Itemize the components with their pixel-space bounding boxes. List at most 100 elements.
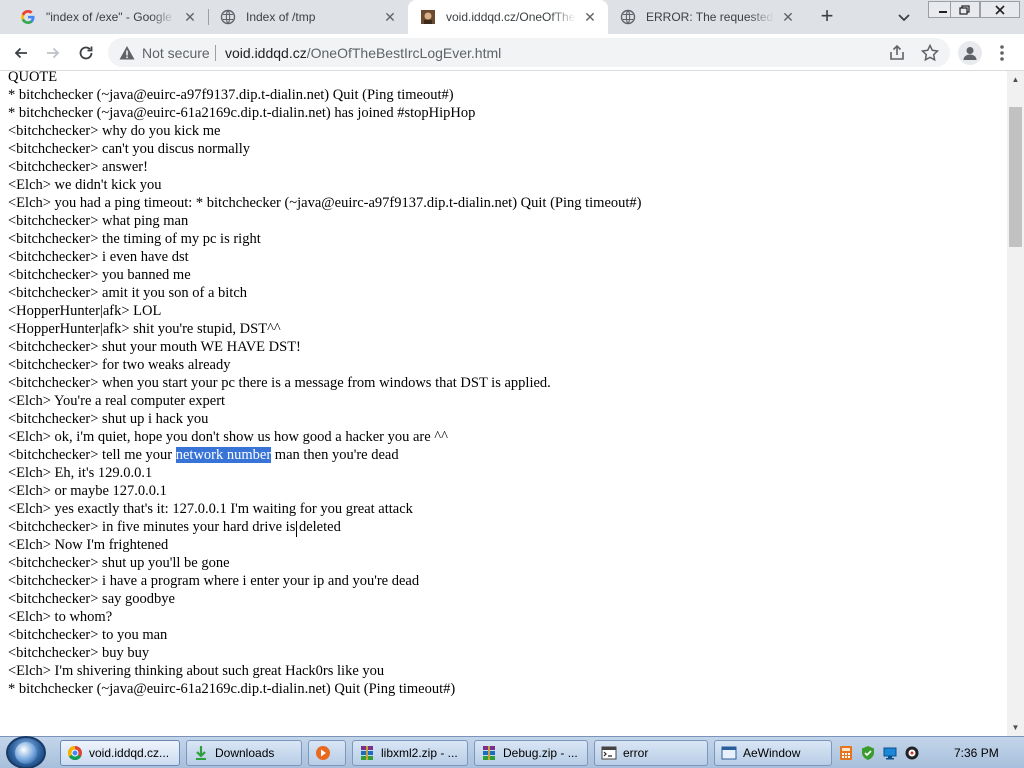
taskbar-item-aewindow[interactable]: AeWindow — [714, 740, 832, 766]
reload-icon — [79, 46, 93, 60]
tab-strip: "index of /exe" - Google Search ✕ Index … — [0, 0, 1024, 34]
tab-active-irc-log[interactable]: void.iddqd.cz/OneOfTheBestIrcLogEver.htm… — [408, 0, 608, 34]
log-line: QUOTE — [8, 71, 58, 85]
log-line: <Elch> to whom? — [8, 609, 113, 625]
winrar-icon — [361, 746, 373, 760]
omnibox-divider — [215, 45, 216, 61]
volume-icon[interactable] — [904, 745, 920, 761]
taskbar-item-debug-zip[interactable]: Debug.zip - ... — [474, 740, 588, 766]
log-line: <Elch> Eh, it's 129.0.0.1 — [8, 465, 153, 481]
log-line: <bitchchecker> why do you kick me — [8, 123, 221, 139]
taskbar-item-label: libxml2.zip - ... — [381, 746, 458, 760]
terminal-icon — [601, 746, 617, 760]
google-g-icon — [20, 9, 36, 25]
kebab-menu-icon[interactable] — [994, 42, 1010, 64]
log-text: man then you're dead — [271, 447, 399, 463]
windows-taskbar: void.iddqd.cz... Downloads libxml2.zip -… — [0, 736, 1024, 768]
log-line: <bitchchecker> to you man — [8, 627, 168, 643]
log-line: <bitchchecker> when you start your pc th… — [8, 375, 551, 391]
log-line: <bitchchecker> shut your mouth WE HAVE D… — [8, 339, 301, 355]
scroll-up-arrow-icon[interactable]: ▲ — [1007, 71, 1024, 88]
reload-button[interactable] — [73, 40, 99, 66]
log-line: <HopperHunter|afk> shit you're stupid, D… — [8, 321, 281, 337]
log-line: <bitchchecker> what ping man — [8, 213, 189, 229]
tab-index-of-tmp[interactable]: Index of /tmp ✕ — [208, 0, 408, 34]
taskbar-item-label: Debug.zip - ... — [503, 746, 578, 760]
restore-icon[interactable] — [950, 1, 980, 18]
log-line: <Elch> I'm shivering thinking about such… — [8, 663, 385, 679]
text-cursor-icon — [296, 521, 302, 537]
log-line: <bitchchecker> for two weaks already — [8, 357, 231, 373]
tab-title: Index of /tmp — [246, 10, 316, 24]
taskbar-item-error[interactable]: error — [594, 740, 708, 766]
not-secure-label[interactable]: Not secure — [142, 45, 210, 61]
chrome-icon — [67, 745, 82, 761]
start-button[interactable] — [6, 736, 46, 768]
selected-text[interactable]: network number — [175, 447, 272, 463]
taskbar-item-chrome[interactable]: void.iddqd.cz... — [60, 740, 180, 766]
star-icon[interactable] — [920, 43, 940, 63]
log-line: <bitchchecker> buy buy — [8, 645, 150, 661]
url-domain: void.iddqd.cz — [225, 45, 307, 61]
media-player-icon — [316, 746, 330, 760]
winrar-icon — [483, 746, 495, 760]
taskbar-item-label: AeWindow — [743, 746, 801, 760]
tab-error[interactable]: ERROR: The requested URL could not be re… — [608, 0, 806, 34]
log-line: <bitchchecker> can't you discus normally — [8, 141, 251, 157]
log-line: <bitchchecker> you banned me — [8, 267, 191, 283]
vertical-scrollbar[interactable]: ▲ ▼ — [1007, 71, 1024, 736]
taskbar-item-label: error — [623, 746, 649, 760]
share-icon[interactable] — [888, 44, 906, 62]
arrow-right-icon — [47, 47, 60, 59]
profile-icon[interactable] — [958, 41, 982, 65]
log-line: <Elch> we didn't kick you — [8, 177, 162, 193]
log-line: <Elch> Now I'm frightened — [8, 537, 169, 553]
tab-close-icon[interactable]: ✕ — [582, 9, 598, 25]
taskbar-item-label: Downloads — [215, 746, 275, 760]
scroll-down-arrow-icon[interactable]: ▼ — [1007, 719, 1024, 736]
tab-close-icon[interactable]: ✕ — [382, 9, 398, 25]
arrow-left-icon — [14, 47, 27, 59]
tab-title: ERROR: The requested URL could not be re… — [646, 10, 774, 24]
tab-close-icon[interactable]: ✕ — [780, 9, 796, 25]
tab-close-icon[interactable]: ✕ — [182, 9, 198, 25]
log-line: <bitchchecker> i have a program where i … — [8, 573, 420, 589]
log-line: <bitchchecker> say goodbye — [8, 591, 175, 607]
irc-log: QUOTE * bitchchecker (~java@euirc-a97f913… — [8, 71, 642, 698]
tab-google-search[interactable]: "index of /exe" - Google Search ✕ — [8, 0, 208, 34]
url-text[interactable]: void.iddqd.cz/OneOfTheBestIrcLogEver.htm… — [225, 45, 501, 61]
taskbar-clock[interactable]: 7:36 PM — [954, 746, 999, 760]
log-line: <bitchchecker> amit it you son of a bitc… — [8, 285, 248, 301]
taskbar-item-media-player[interactable] — [308, 740, 346, 766]
log-line: <bitchchecker> in five minutes your hard… — [8, 519, 341, 535]
globe-icon — [220, 9, 236, 25]
address-bar[interactable]: Not secure void.iddqd.cz/OneOfTheBestIrc… — [108, 38, 950, 67]
network-icon[interactable] — [882, 745, 898, 761]
calculator-icon[interactable] — [838, 745, 854, 761]
scrollbar-thumb[interactable] — [1009, 107, 1022, 247]
url-path: /OneOfTheBestIrcLogEver.html — [306, 45, 502, 61]
log-line: * bitchchecker (~java@euirc-61a2169c.dip… — [8, 681, 456, 697]
log-line: <Elch> You're a real computer expert — [8, 393, 226, 409]
log-line: <bitchchecker> i even have dst — [8, 249, 189, 265]
warning-triangle-icon[interactable] — [118, 44, 136, 62]
tab-search-chevron-down-icon[interactable] — [893, 7, 915, 27]
log-line: * bitchchecker (~java@euirc-61a2169c.dip… — [8, 105, 476, 121]
log-line: <Elch> you had a ping timeout: * bitchch… — [8, 195, 642, 211]
tab-title: "index of /exe" - Google Search — [46, 10, 176, 24]
forward-button[interactable] — [40, 40, 66, 66]
page-viewport[interactable]: QUOTE * bitchchecker (~java@euirc-a97f913… — [0, 71, 1007, 736]
new-tab-button[interactable]: + — [813, 4, 841, 30]
tab-title: void.iddqd.cz/OneOfTheBestIrcLogEver.htm… — [446, 10, 576, 24]
log-line: * bitchchecker (~java@euirc-a97f9137.dip… — [8, 87, 454, 103]
page-photo-icon — [420, 9, 436, 25]
log-text: <bitchchecker> tell me your — [8, 447, 176, 463]
security-check-icon[interactable] — [860, 745, 876, 761]
close-icon[interactable] — [980, 1, 1020, 18]
globe-icon — [620, 9, 636, 25]
back-button[interactable] — [8, 40, 34, 66]
browser-toolbar: Not secure void.iddqd.cz/OneOfTheBestIrc… — [0, 34, 1024, 71]
taskbar-item-libxml2[interactable]: libxml2.zip - ... — [352, 740, 468, 766]
taskbar-item-downloads[interactable]: Downloads — [186, 740, 302, 766]
download-icon — [196, 746, 206, 760]
